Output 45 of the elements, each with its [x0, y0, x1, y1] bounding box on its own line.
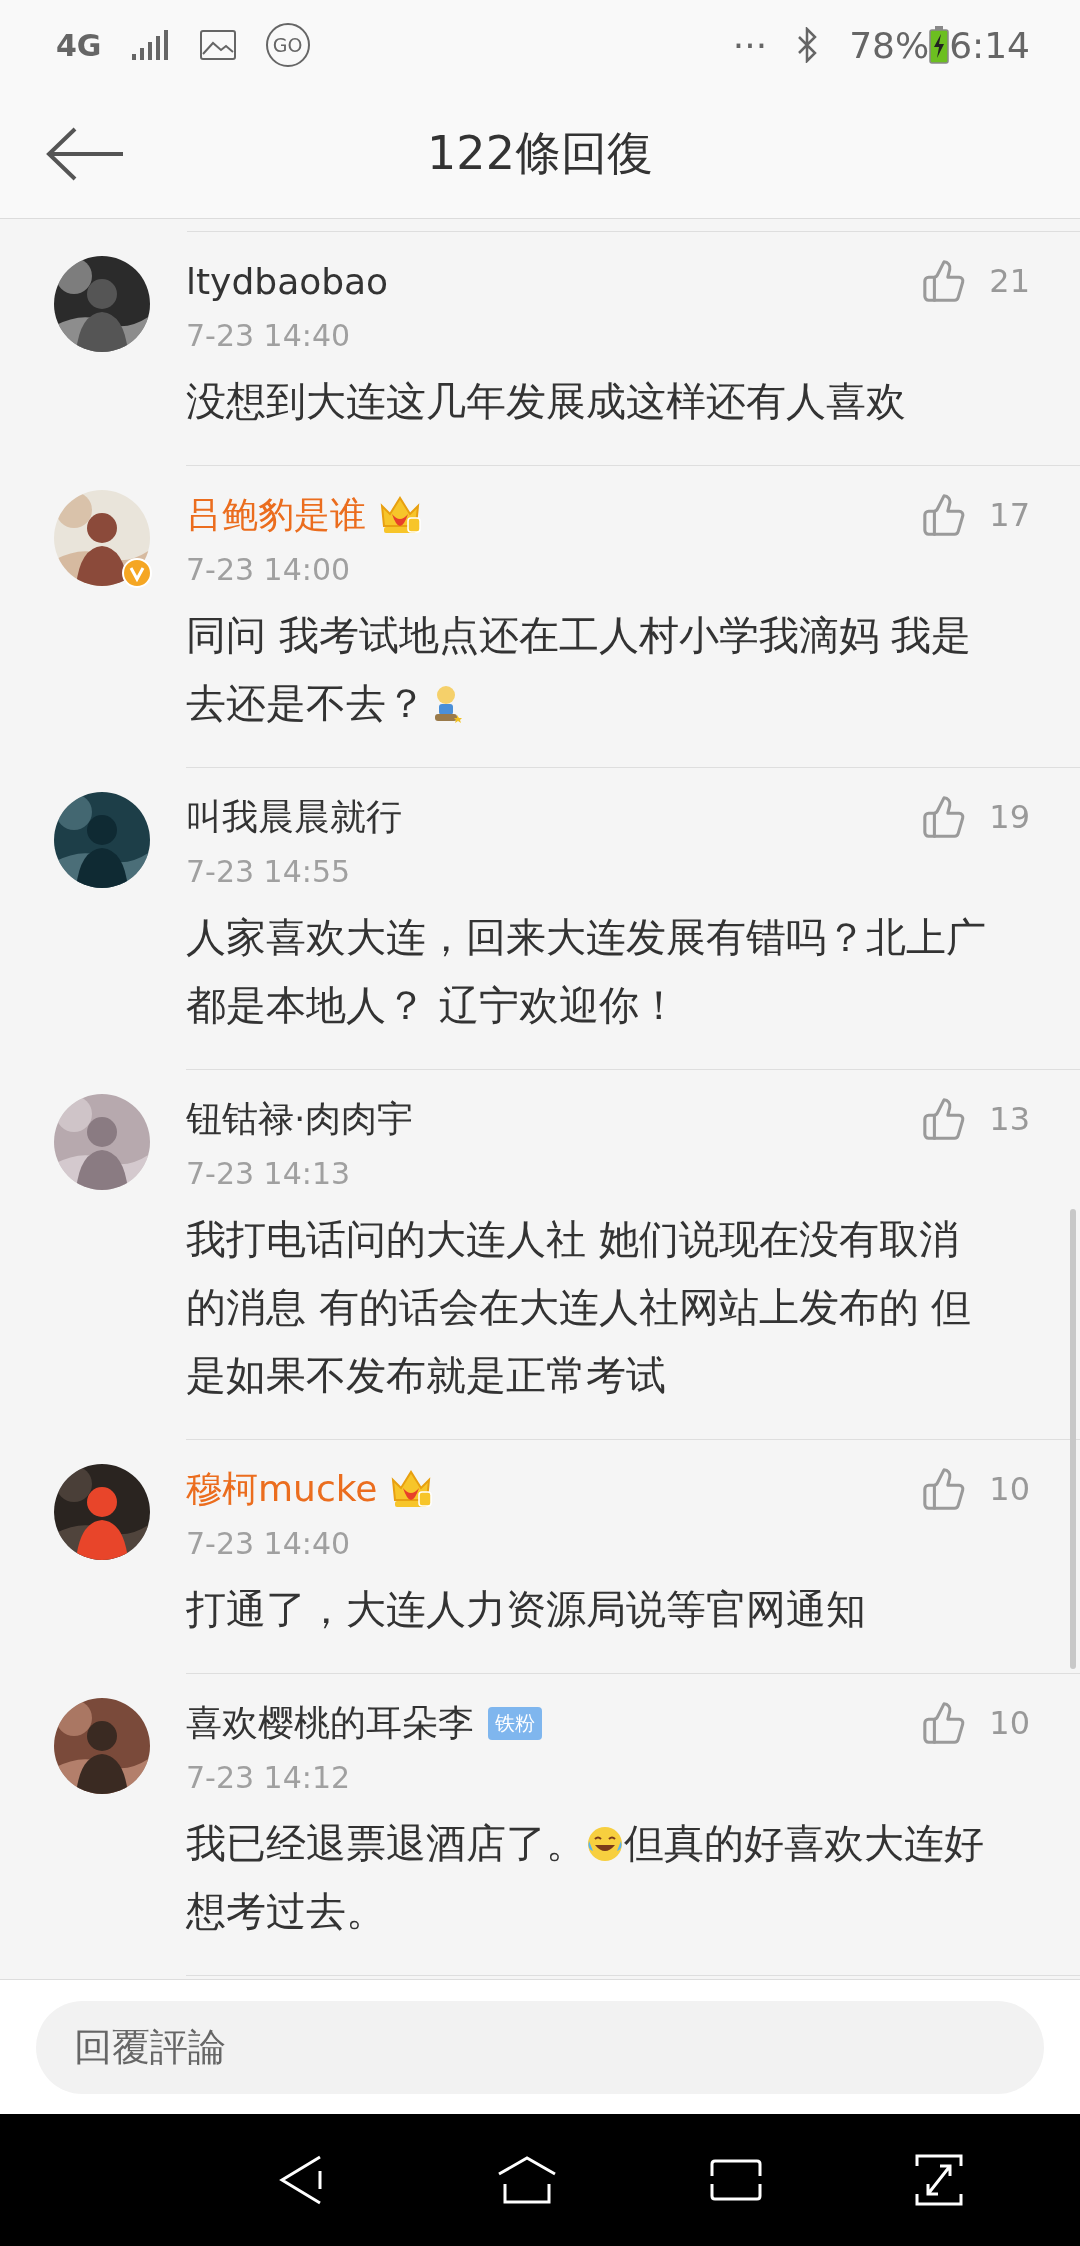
battery-charging-icon: [929, 26, 950, 64]
like-button[interactable]: 10: [921, 1700, 1030, 1746]
comment-text: 去还是不去？: [186, 680, 426, 726]
comment-text: 没想到大连这几年发展成这样还有人喜欢: [186, 378, 906, 424]
image-icon: [199, 30, 236, 60]
comment-time: 7-23 14:55: [186, 854, 352, 889]
like-button[interactable]: 10: [921, 1466, 1030, 1512]
network-type: 4G: [56, 27, 102, 63]
fan-badge: 铁粉: [488, 1706, 542, 1740]
reply-input-field[interactable]: 回覆評論: [36, 2000, 1044, 2094]
comment-time: 7-23 14:13: [186, 1156, 352, 1191]
laughing-emoji-icon: [586, 1825, 624, 1863]
comment-text: 我打电话问的大连人社 她们说现在没有取消的消息 有的话会在大连人社网站上发布的 但是如果不发布就是正常考试: [186, 1216, 972, 1398]
user-name[interactable]: 钮钴禄·肉肉宇: [186, 1094, 414, 1144]
comment-time: 7-23 14:12: [186, 1760, 352, 1795]
sitting-emoji-icon: [432, 685, 462, 723]
page-title: 122條回復: [427, 125, 653, 182]
more-indicator: ···: [732, 24, 768, 66]
recent-apps-button[interactable]: [708, 2158, 763, 2202]
comment-text: 打通了，大连人力资源局说等官网通知: [186, 1586, 866, 1632]
rotate-screen-button[interactable]: [914, 2152, 965, 2208]
like-button[interactable]: 21: [921, 258, 1030, 304]
crown-icon: [389, 1468, 434, 1510]
user-name[interactable]: ltydbaobao: [186, 260, 389, 302]
user-name[interactable]: 叫我晨晨就行: [186, 792, 402, 842]
comment-text: 想考过去。: [186, 1888, 386, 1934]
home-button[interactable]: [497, 2154, 558, 2206]
user-name[interactable]: 喜欢樱桃的耳朵李: [186, 1698, 474, 1748]
like-button[interactable]: 19: [921, 794, 1030, 840]
comment-text: 但真的好喜欢大连好: [624, 1820, 984, 1866]
comment-time: 7-23 14:00: [186, 552, 352, 587]
comment-text: 人家喜欢大连，回来大连发展有错吗？北上广都是本地人？ 辽宁欢迎你！: [186, 914, 986, 1028]
comment-time: 7-23 14:40: [186, 1526, 352, 1561]
like-button[interactable]: 13: [921, 1096, 1030, 1142]
user-name[interactable]: 穆柯mucke: [186, 1464, 378, 1514]
user-name[interactable]: 吕鲍豹是谁: [186, 490, 366, 540]
comment-text: 同问 我考试地点还在工人村小学我滴妈 我是: [186, 612, 972, 658]
signal-icon: [131, 30, 170, 60]
comment-time: 7-23 14:40: [186, 318, 352, 353]
like-button[interactable]: 17: [921, 492, 1030, 538]
crown-icon: [378, 494, 422, 536]
clock: 6:14: [949, 24, 1030, 66]
comment-text: 我已经退票退酒店了。: [186, 1820, 586, 1866]
go-icon: GO: [265, 23, 310, 67]
battery-percent: 78%: [849, 24, 930, 66]
